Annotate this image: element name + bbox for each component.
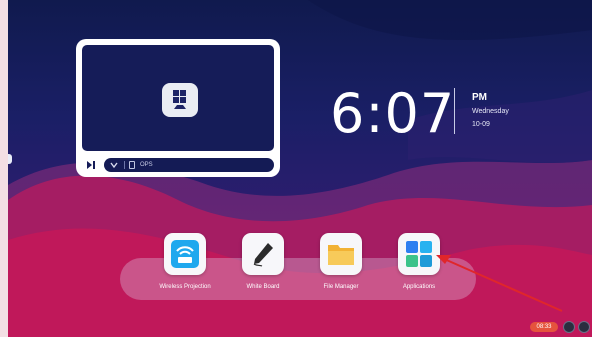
app-white-board[interactable]: White Board: [223, 233, 303, 291]
windows-monitor-icon: [162, 83, 198, 117]
apps-grid-icon[interactable]: [398, 233, 440, 275]
app-applications[interactable]: Applications: [379, 233, 459, 291]
app-label: Wireless Projection: [159, 284, 211, 290]
ops-device-icon: [129, 161, 135, 169]
home-icon[interactable]: [578, 321, 590, 333]
chevron-down-icon[interactable]: [110, 161, 118, 169]
clock-date: 10-09: [472, 121, 490, 128]
divider: [124, 161, 125, 169]
pen-icon[interactable]: [242, 233, 284, 275]
app-label: Applications: [402, 284, 436, 290]
play-pause-icon[interactable]: [86, 160, 96, 170]
source-preview-card[interactable]: OPS: [76, 39, 280, 177]
clock-divider: [454, 88, 455, 134]
source-selector[interactable]: OPS: [104, 158, 274, 172]
source-label: OPS: [140, 162, 153, 168]
folder-icon[interactable]: [320, 233, 362, 275]
app-label: File Manager: [323, 284, 359, 290]
preview-controls: OPS: [82, 158, 274, 172]
clock-ampm: PM: [472, 92, 487, 103]
clock-weekday: Wednesday: [472, 108, 509, 115]
app-label: White Board: [246, 284, 280, 290]
minimize-icon[interactable]: [563, 321, 575, 333]
clock-time: 6:07: [330, 82, 456, 145]
wireless-projection-icon[interactable]: [164, 233, 206, 275]
desktop-screen: OPS 6:07 PM Wednesday 10-09 Wireless Pro…: [8, 0, 592, 337]
status-pill[interactable]: 08:33: [530, 322, 558, 332]
preview-screen[interactable]: [82, 45, 274, 151]
side-handle[interactable]: [8, 154, 12, 164]
app-file-manager[interactable]: File Manager: [301, 233, 381, 291]
app-wireless-projection[interactable]: Wireless Projection: [145, 233, 225, 291]
